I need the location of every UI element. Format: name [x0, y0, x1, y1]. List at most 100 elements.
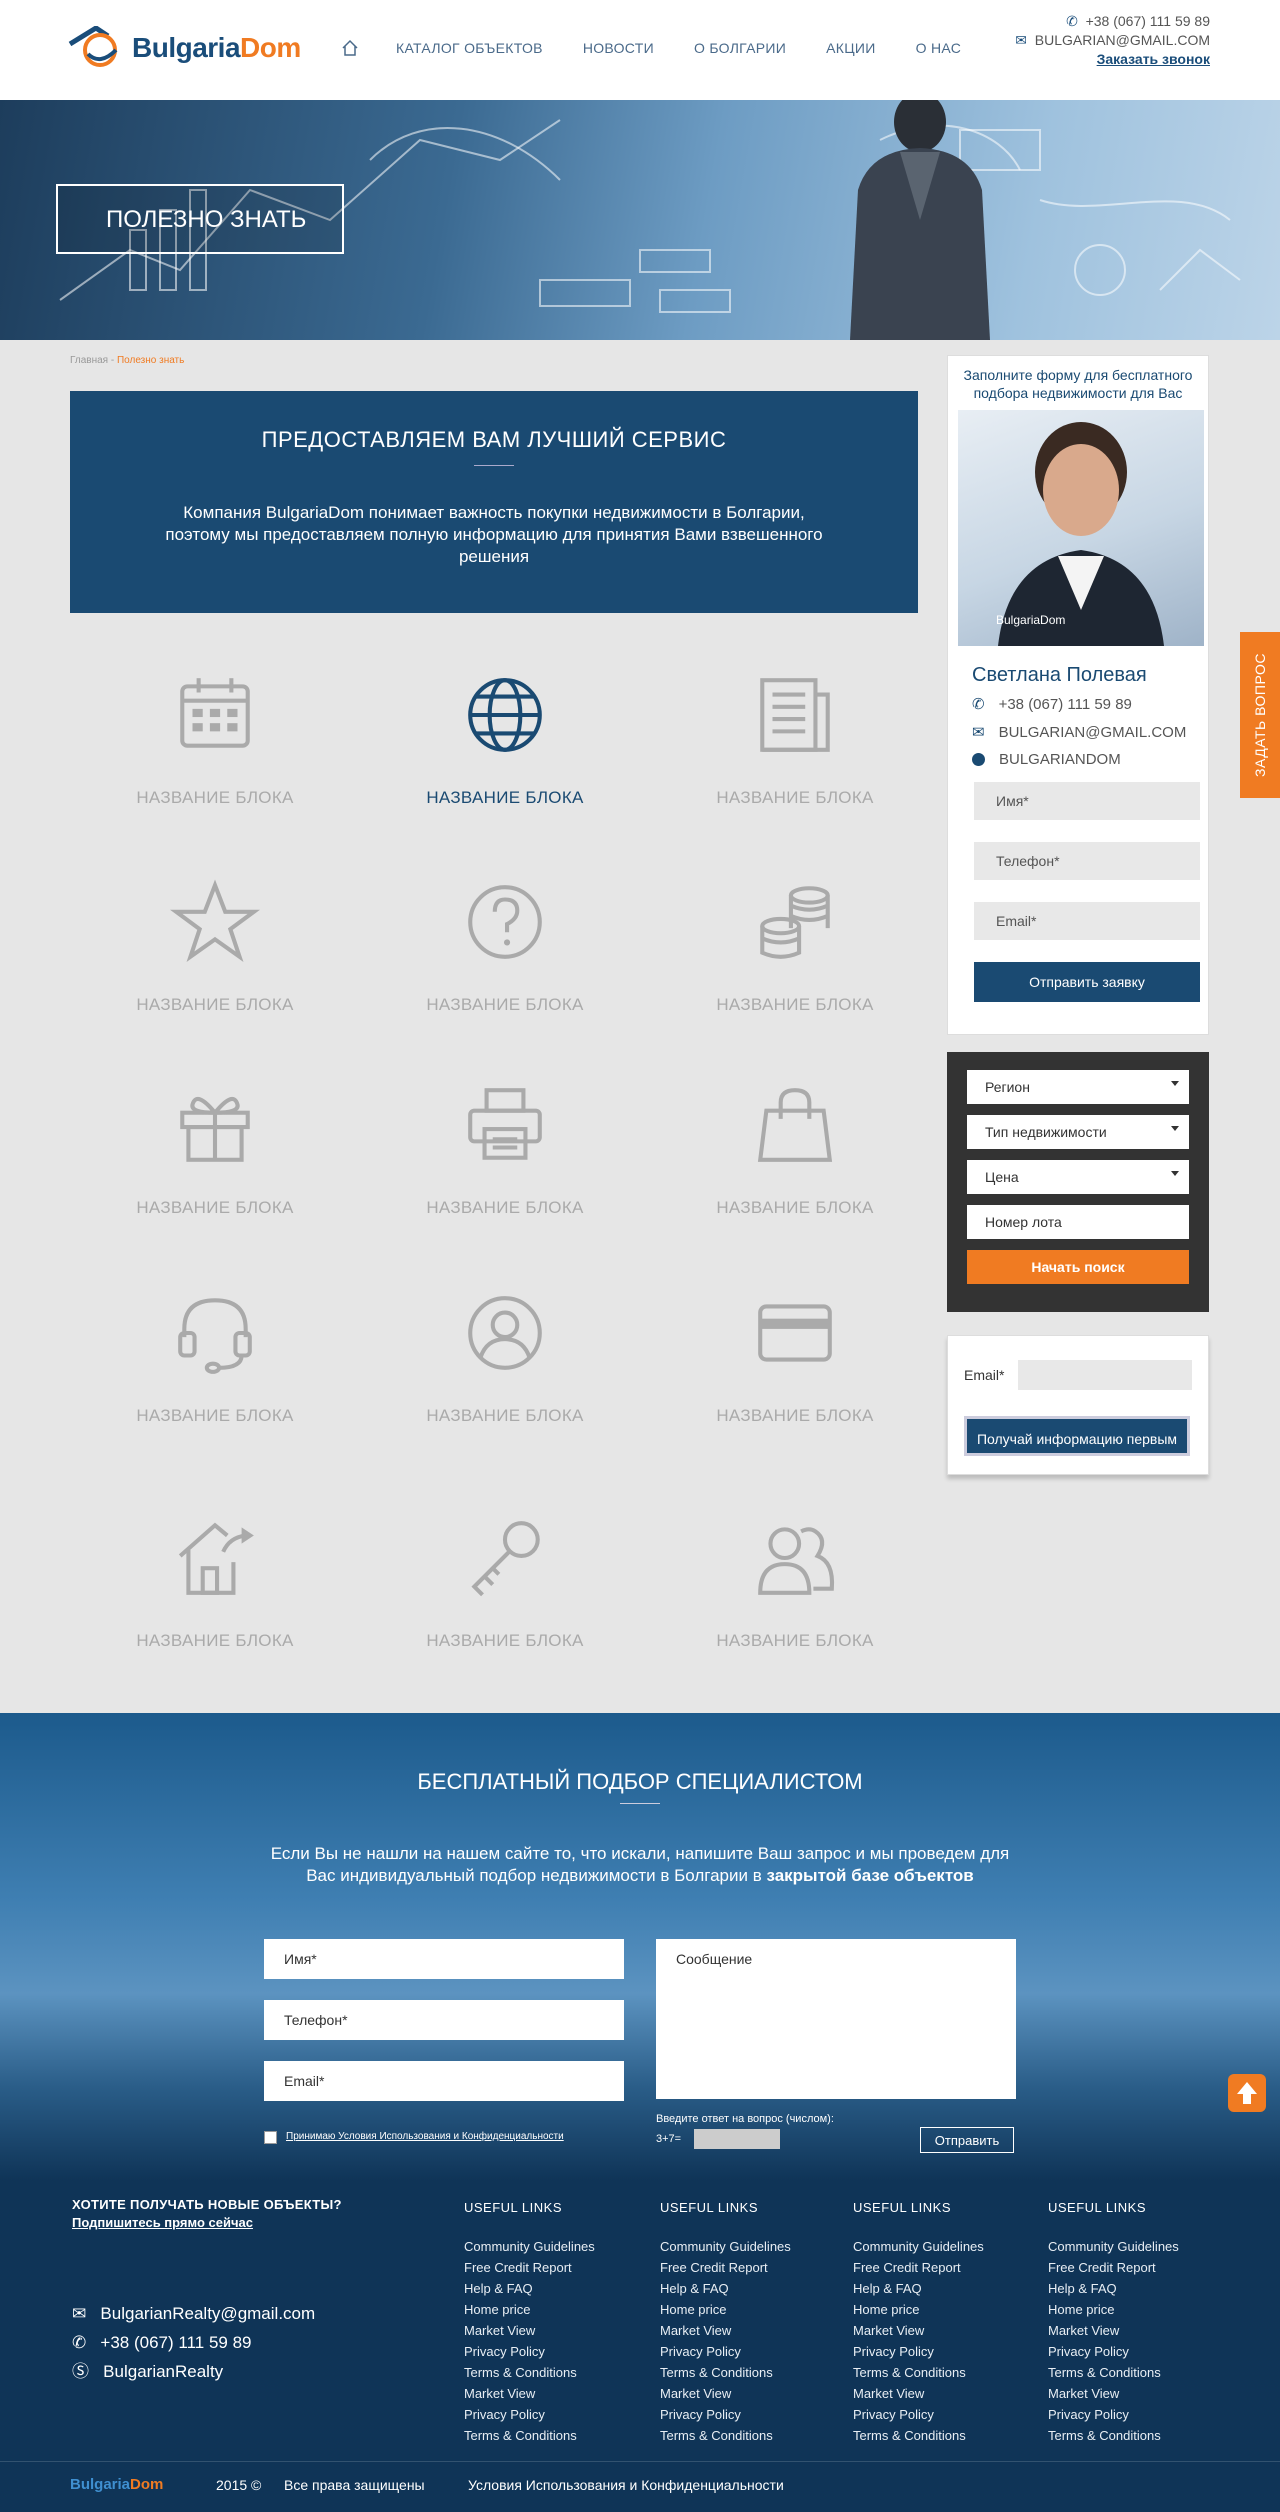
coins-icon	[760, 886, 830, 959]
logo[interactable]: BulgariaDom	[68, 22, 308, 72]
lot-number-input[interactable]: Номер лота	[967, 1205, 1189, 1239]
pick-text: Если Вы не нашли на нашем сайте то, что …	[262, 1843, 1018, 1887]
feature-block[interactable]: НАЗВАНИЕ БЛОКА	[650, 1513, 940, 1673]
footer-link[interactable]: Market View	[1048, 2320, 1179, 2341]
agent-name-field[interactable]: Имя*	[974, 782, 1200, 820]
feature-block[interactable]: НАЗВАНИЕ БЛОКА	[360, 877, 650, 1037]
agree-label[interactable]: Принимаю Условия Использования и Конфиде…	[286, 2131, 564, 2142]
agent-email[interactable]: BULGARIAN@GMAIL.COM	[999, 724, 1187, 741]
footer-link[interactable]: Market View	[1048, 2383, 1179, 2404]
footer-link[interactable]: Terms & Conditions	[464, 2425, 595, 2446]
footer-link[interactable]: Home price	[660, 2299, 791, 2320]
footer-link[interactable]: Free Credit Report	[853, 2257, 984, 2278]
feature-block[interactable]: НАЗВАНИЕ БЛОКА	[360, 1080, 650, 1240]
pick-phone-input[interactable]: Телефон*	[264, 2000, 624, 2040]
footer-link[interactable]: Privacy Policy	[660, 2341, 791, 2362]
feature-block[interactable]: НАЗВАНИЕ БЛОКА	[360, 1288, 650, 1448]
feature-block[interactable]: НАЗВАНИЕ БЛОКА	[70, 877, 360, 1037]
footer-link[interactable]: Privacy Policy	[660, 2404, 791, 2425]
footer-terms-link[interactable]: Условия Использования и Конфиденциальнос…	[468, 2477, 784, 2493]
footer-link[interactable]: Home price	[853, 2299, 984, 2320]
breadcrumb-home[interactable]: Главная	[70, 355, 108, 366]
subscribe-button[interactable]: Получай информацию первым	[964, 1416, 1190, 1456]
footer-link[interactable]: Community Guidelines	[464, 2236, 595, 2257]
footer-link[interactable]: Terms & Conditions	[464, 2362, 595, 2383]
nav-news[interactable]: НОВОСТИ	[583, 40, 654, 56]
feature-block[interactable]: НАЗВАНИЕ БЛОКА	[650, 1080, 940, 1240]
feature-block[interactable]: НАЗВАНИЕ БЛОКА	[70, 670, 360, 830]
feature-block[interactable]: НАЗВАНИЕ БЛОКА	[360, 670, 650, 830]
agent-email-field[interactable]: Email*	[974, 902, 1200, 940]
feature-block[interactable]: НАЗВАНИЕ БЛОКА	[70, 1288, 360, 1448]
pick-send-button[interactable]: Отправить	[920, 2127, 1014, 2153]
agree-checkbox[interactable]	[264, 2131, 277, 2144]
site-footer: ХОТИТЕ ПОЛУЧАТЬ НОВЫЕ ОБЪЕКТЫ? Подпишите…	[0, 2181, 1280, 2512]
footer-logo[interactable]: BulgariaDom	[70, 2476, 163, 2493]
captcha-input[interactable]	[694, 2129, 780, 2149]
feature-block[interactable]: НАЗВАНИЕ БЛОКА	[70, 1513, 360, 1673]
nav-about-bulgaria[interactable]: О БОЛГАРИИ	[694, 40, 786, 56]
footer-link[interactable]: Help & FAQ	[464, 2278, 595, 2299]
footer-link[interactable]: Community Guidelines	[1048, 2236, 1179, 2257]
feature-block[interactable]: НАЗВАНИЕ БЛОКА	[650, 670, 940, 830]
feature-block[interactable]: НАЗВАНИЕ БЛОКА	[360, 1513, 650, 1673]
footer-link[interactable]: Free Credit Report	[660, 2257, 791, 2278]
home-icon[interactable]	[340, 38, 360, 58]
footer-link[interactable]: Market View	[853, 2383, 984, 2404]
search-button[interactable]: Начать поиск	[967, 1250, 1189, 1284]
footer-link[interactable]: Terms & Conditions	[1048, 2425, 1179, 2446]
footer-link[interactable]: Market View	[853, 2320, 984, 2341]
footer-link[interactable]: Privacy Policy	[1048, 2404, 1179, 2425]
footer-link[interactable]: Community Guidelines	[660, 2236, 791, 2257]
agent-phone-field[interactable]: Телефон*	[974, 842, 1200, 880]
footer-link[interactable]: Market View	[464, 2320, 595, 2341]
ask-question-tab[interactable]: ЗАДАТЬ ВОПРОС	[1240, 632, 1280, 798]
footer-link[interactable]: Help & FAQ	[660, 2278, 791, 2299]
pick-name-input[interactable]: Имя*	[264, 1939, 624, 1979]
footer-link[interactable]: Market View	[660, 2383, 791, 2404]
breadcrumb: Главная - Полезно знать	[70, 355, 184, 366]
nav-catalog[interactable]: КАТАЛОГ ОБЪЕКТОВ	[396, 40, 543, 56]
footer-link[interactable]: Privacy Policy	[1048, 2341, 1179, 2362]
pick-message-textarea[interactable]: Сообщение	[656, 1939, 1016, 2099]
footer-link[interactable]: Privacy Policy	[464, 2404, 595, 2425]
footer-link[interactable]: Terms & Conditions	[1048, 2362, 1179, 2383]
footer-link[interactable]: Free Credit Report	[1048, 2257, 1179, 2278]
agent-skype[interactable]: BULGARIANDOM	[999, 751, 1121, 768]
footer-link[interactable]: Terms & Conditions	[853, 2425, 984, 2446]
footer-link[interactable]: Privacy Policy	[464, 2341, 595, 2362]
subscribe-email-input[interactable]	[1018, 1360, 1192, 1390]
footer-link[interactable]: Privacy Policy	[853, 2404, 984, 2425]
footer-link[interactable]: Market View	[660, 2320, 791, 2341]
footer-link[interactable]: Market View	[464, 2383, 595, 2404]
footer-skype[interactable]: BulgarianRealty	[103, 2362, 223, 2381]
businessman-figure	[850, 100, 990, 340]
price-select[interactable]: Цена	[967, 1160, 1189, 1194]
region-select[interactable]: Регион	[967, 1070, 1189, 1104]
footer-email[interactable]: BulgarianRealty@gmail.com	[100, 2304, 315, 2323]
footer-link[interactable]: Community Guidelines	[853, 2236, 984, 2257]
type-select[interactable]: Тип недвижимости	[967, 1115, 1189, 1149]
callback-link[interactable]: Заказать звонок	[1015, 50, 1210, 69]
footer-link[interactable]: Terms & Conditions	[660, 2362, 791, 2383]
footer-link[interactable]: Home price	[1048, 2299, 1179, 2320]
footer-logo-bulgaria: Bulgaria	[70, 2476, 131, 2493]
pick-email-input[interactable]: Email*	[264, 2061, 624, 2101]
footer-link[interactable]: Free Credit Report	[464, 2257, 595, 2278]
header-email[interactable]: BULGARIAN@GMAIL.COM	[1035, 32, 1210, 48]
nav-promotions[interactable]: АКЦИИ	[826, 40, 875, 56]
footer-link[interactable]: Home price	[464, 2299, 595, 2320]
scroll-top-button[interactable]	[1228, 2074, 1266, 2112]
feature-block[interactable]: НАЗВАНИЕ БЛОКА	[650, 1288, 940, 1448]
footer-link[interactable]: Terms & Conditions	[660, 2425, 791, 2446]
feature-block[interactable]: НАЗВАНИЕ БЛОКА	[70, 1080, 360, 1240]
feature-block[interactable]: НАЗВАНИЕ БЛОКА	[650, 877, 940, 1037]
agent-submit-button[interactable]: Отправить заявку	[974, 962, 1200, 1002]
footer-link[interactable]: Help & FAQ	[853, 2278, 984, 2299]
footer-subscribe-link[interactable]: Подпишитесь прямо сейчас	[72, 2215, 253, 2230]
footer-link[interactable]: Terms & Conditions	[853, 2362, 984, 2383]
nav-about-us[interactable]: О НАС	[916, 40, 962, 56]
footer-link[interactable]: Help & FAQ	[1048, 2278, 1179, 2299]
footer-link[interactable]: Privacy Policy	[853, 2341, 984, 2362]
skype-icon: Ⓢ	[72, 2362, 89, 2381]
